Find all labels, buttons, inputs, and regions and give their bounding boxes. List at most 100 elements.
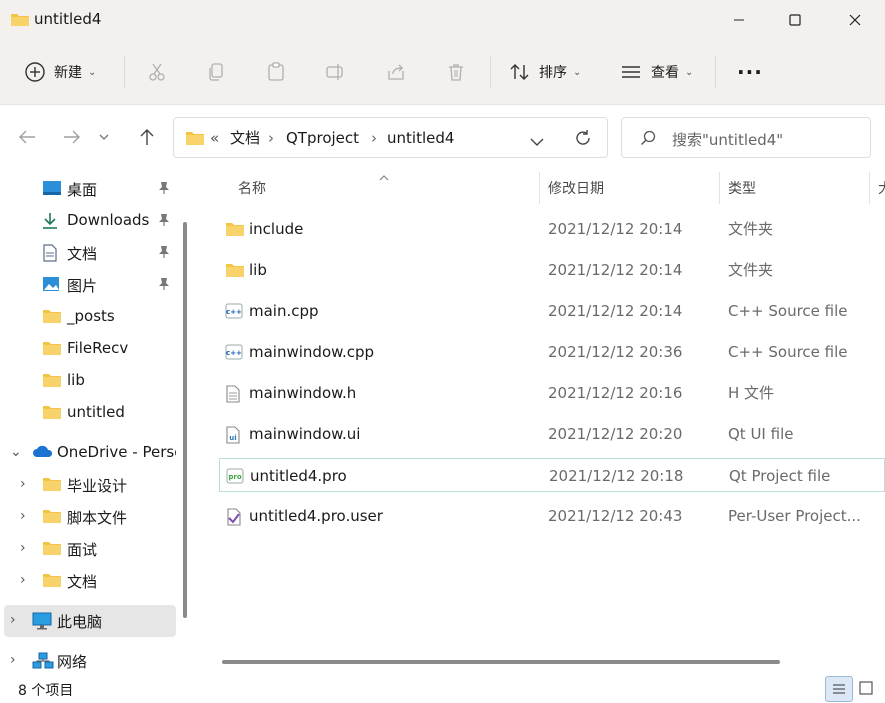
file-date: 2021/12/12 20:18: [549, 467, 684, 485]
column-divider[interactable]: [869, 172, 870, 204]
file-name: main.cpp: [249, 302, 319, 320]
refresh-icon[interactable]: [574, 129, 592, 151]
ui-file-icon: ui: [225, 426, 243, 444]
address-dropdown-chevron-icon[interactable]: [530, 132, 544, 151]
sidebar-item[interactable]: › 文档: [0, 565, 176, 597]
details-view-button[interactable]: [825, 676, 853, 702]
sidebar-item-label: 图片: [67, 277, 98, 295]
expand-chevron-icon[interactable]: ›: [10, 652, 16, 668]
more-options-button[interactable]: ···: [737, 52, 763, 92]
svg-text:c++: c++: [226, 349, 242, 357]
folder-icon: [42, 340, 62, 360]
file-name: mainwindow.cpp: [249, 343, 375, 361]
file-date: 2021/12/12 20:14: [548, 302, 683, 320]
folder-icon: [42, 308, 62, 328]
tiles-view-button[interactable]: [853, 676, 879, 700]
file-row[interactable]: untitled4.pro.user 2021/12/12 20:43 Per-Us…: [219, 499, 885, 533]
sidebar-item[interactable]: › 面试: [0, 533, 176, 565]
sidebar-item[interactable]: 图片: [0, 269, 176, 301]
pin-icon: [158, 245, 170, 263]
file-date: 2021/12/12 20:20: [548, 425, 683, 443]
copy-icon[interactable]: [196, 52, 236, 92]
column-header-type[interactable]: 类型: [728, 172, 868, 204]
sidebar-item[interactable]: Downloads: [0, 205, 176, 237]
file-name: mainwindow.ui: [249, 425, 361, 443]
expand-chevron-icon[interactable]: ⌄: [10, 444, 22, 460]
delete-icon[interactable]: [436, 52, 476, 92]
file-row[interactable]: c++ mainwindow.cpp 2021/12/12 20:36 C++ Sou…: [219, 335, 885, 369]
view-lines-icon: [621, 64, 641, 80]
file-type: Qt Project file: [729, 467, 831, 485]
sidebar-item-label: _posts: [67, 307, 115, 325]
sidebar-item[interactable]: ⌄ OneDrive - Perso: [0, 437, 176, 469]
sidebar-item-label: OneDrive - Perso: [57, 443, 176, 461]
cut-icon[interactable]: [137, 52, 177, 92]
file-name: untitled4.pro.user: [249, 507, 383, 525]
sidebar-item[interactable]: lib: [0, 365, 176, 397]
expand-chevron-icon[interactable]: ›: [20, 476, 26, 492]
recent-locations-chevron-icon[interactable]: [93, 120, 115, 154]
breadcrumb-separator-icon: ›: [268, 129, 274, 147]
address-bar[interactable]: « 文档 › QTproject › untitled4: [173, 117, 608, 158]
sidebar-item[interactable]: › 此电脑: [4, 605, 176, 637]
share-icon[interactable]: [376, 52, 416, 92]
folder-icon: [42, 572, 62, 592]
breadcrumb-untitled4[interactable]: untitled4: [387, 129, 454, 147]
sidebar-scrollbar[interactable]: [183, 222, 187, 618]
sidebar-item-label: 脚本文件: [67, 509, 128, 527]
desktop-icon: [42, 180, 62, 200]
file-row[interactable]: include 2021/12/12 20:14 文件夹: [219, 212, 885, 246]
column-divider[interactable]: [719, 172, 720, 204]
expand-chevron-icon[interactable]: ›: [20, 572, 26, 588]
sidebar-item[interactable]: untitled: [0, 397, 176, 429]
file-row[interactable]: pro untitled4.pro 2021/12/12 20:18 Qt Proje…: [219, 458, 885, 492]
new-button[interactable]: 新建 ⌄: [24, 52, 96, 92]
file-date: 2021/12/12 20:16: [548, 384, 683, 402]
breadcrumb-overflow[interactable]: «: [210, 129, 219, 147]
expand-chevron-icon[interactable]: ›: [10, 612, 16, 628]
close-button[interactable]: [826, 0, 884, 40]
file-row[interactable]: mainwindow.h 2021/12/12 20:16 H 文件: [219, 376, 885, 410]
forward-arrow-icon[interactable]: [55, 120, 89, 154]
up-arrow-icon[interactable]: [130, 120, 164, 154]
item-count: 8 个项目: [18, 683, 74, 699]
maximize-button[interactable]: [766, 0, 824, 40]
file-date: 2021/12/12 20:36: [548, 343, 683, 361]
rename-icon[interactable]: [316, 52, 356, 92]
breadcrumb-qtproject[interactable]: QTproject: [286, 129, 359, 147]
file-row[interactable]: lib 2021/12/12 20:14 文件夹: [219, 253, 885, 287]
chevron-down-icon: ⌄: [573, 66, 582, 78]
minimize-button[interactable]: [710, 0, 768, 40]
sidebar-item[interactable]: › 脚本文件: [0, 501, 176, 533]
column-divider[interactable]: [539, 172, 540, 204]
pin-icon: [158, 213, 170, 231]
column-header-name[interactable]: 名称: [238, 172, 538, 204]
file-row[interactable]: ui mainwindow.ui 2021/12/12 20:20 Qt UI fil…: [219, 417, 885, 451]
sidebar-item[interactable]: FileRecv: [0, 333, 176, 365]
sidebar-item[interactable]: › 毕业设计: [0, 469, 176, 501]
file-type: 文件夹: [728, 220, 774, 238]
file-type: C++ Source file: [728, 343, 848, 361]
network-icon: [32, 652, 54, 674]
expand-chevron-icon[interactable]: ›: [20, 540, 26, 556]
sidebar-item[interactable]: 桌面: [0, 173, 176, 205]
breadcrumb-documents[interactable]: 文档: [230, 129, 260, 147]
horizontal-scrollbar[interactable]: [222, 660, 780, 664]
file-date: 2021/12/12 20:14: [548, 220, 683, 238]
view-button[interactable]: 查看 ⌄: [621, 52, 693, 92]
column-header-size[interactable]: 大: [878, 172, 885, 204]
pin-icon: [158, 277, 170, 295]
search-box[interactable]: 搜索"untitled4": [621, 117, 871, 158]
file-type: 文件夹: [728, 261, 774, 279]
sidebar-item[interactable]: _posts: [0, 301, 176, 333]
document-icon: [42, 244, 58, 266]
sort-button[interactable]: 排序 ⌄: [509, 52, 581, 92]
paste-icon[interactable]: [256, 52, 296, 92]
file-row[interactable]: c++ main.cpp 2021/12/12 20:14 C++ Source fi…: [219, 294, 885, 328]
expand-chevron-icon[interactable]: ›: [20, 508, 26, 524]
folder-icon: [42, 372, 62, 392]
back-arrow-icon[interactable]: [10, 120, 44, 154]
sidebar-item[interactable]: 文档: [0, 237, 176, 269]
file-name: include: [249, 220, 304, 238]
column-header-date[interactable]: 修改日期: [548, 172, 718, 204]
